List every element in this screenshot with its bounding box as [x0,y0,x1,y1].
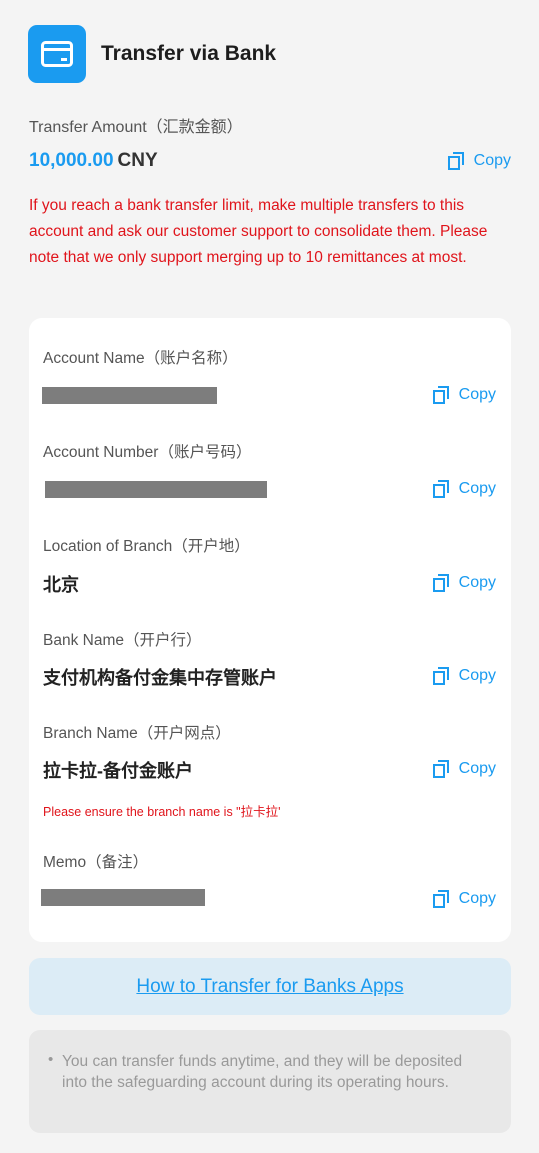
copy-label: Copy [458,760,496,777]
memo-redacted [41,889,205,906]
copy-icon [447,152,464,170]
copy-label: Copy [458,890,496,907]
branch-name-value: 拉卡拉-备付金账户 [43,761,193,781]
copy-icon [432,386,449,404]
bullet-icon: • [48,1051,54,1068]
copy-account-number-button[interactable]: Copy [432,480,496,498]
copy-bank-name-button[interactable]: Copy [432,667,496,685]
account-number-label: Account Number（账户号码） [43,444,252,461]
branch-name-note: Please ensure the branch name is "拉卡拉' [43,805,281,819]
howto-banner: How to Transfer for Banks Apps [29,958,511,1015]
copy-account-name-button[interactable]: Copy [432,386,496,404]
copy-icon [432,890,449,908]
copy-icon [432,760,449,778]
copy-branch-name-button[interactable]: Copy [432,760,496,778]
memo-label: Memo（备注） [43,854,149,871]
copy-icon [432,480,449,498]
bank-name-label: Bank Name（开户行） [43,632,202,649]
copy-location-button[interactable]: Copy [432,574,496,592]
copy-icon [432,667,449,685]
page-title: Transfer via Bank [101,42,277,65]
amount-value: 10,000.00 [29,150,114,171]
copy-amount-button[interactable]: Copy [447,152,511,170]
amount-currency: CNY [117,150,158,171]
copy-label: Copy [458,386,496,403]
copy-icon [432,574,449,592]
copy-label: Copy [473,152,511,169]
transfer-amount-row: 10,000.00 CNY Copy [29,150,511,176]
info-box: • You can transfer funds anytime, and th… [29,1030,511,1133]
copy-memo-button[interactable]: Copy [432,890,496,908]
account-number-redacted [45,481,267,498]
transfer-amount-label: Transfer Amount（汇款金额） [29,119,243,136]
howto-transfer-link[interactable]: How to Transfer for Banks Apps [136,976,403,998]
location-label: Location of Branch（开户地） [43,538,250,555]
copy-label: Copy [458,574,496,591]
location-value: 北京 [43,575,79,595]
transfer-limit-warning: If you reach a bank transfer limit, make… [29,197,488,266]
transfer-amount: 10,000.00 CNY [29,150,158,172]
page-header: Transfer via Bank [28,25,276,83]
copy-label: Copy [458,667,496,684]
account-name-label: Account Name（账户名称） [43,350,238,367]
bank-card-icon [28,25,86,83]
bank-name-value: 支付机构备付金集中存管账户 [43,668,277,688]
account-name-redacted [42,387,217,404]
branch-name-label: Branch Name（开户网点） [43,725,231,742]
copy-label: Copy [458,480,496,497]
info-text: You can transfer funds anytime, and they… [62,1053,463,1091]
account-details-card: Account Name（账户名称） Copy Account Number（账… [29,318,511,942]
